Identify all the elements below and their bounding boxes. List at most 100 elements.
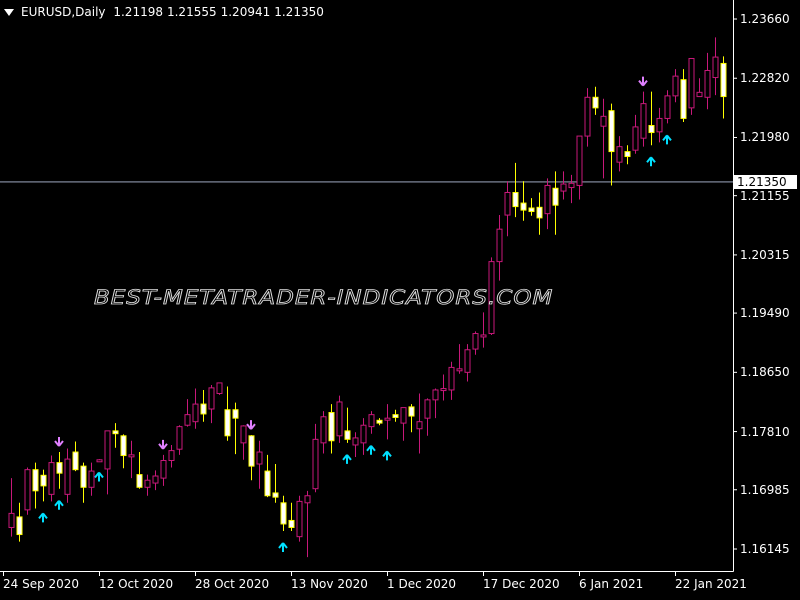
candle-body: [528, 207, 535, 213]
candle-body: [24, 469, 31, 511]
candle: [352, 432, 359, 457]
candle-body: [152, 475, 159, 484]
candle: [312, 423, 319, 493]
sell-arrow-icon: [246, 420, 256, 430]
candle: [104, 430, 111, 495]
candle: [24, 467, 31, 515]
date-label: 22 Jan 2021: [675, 577, 747, 591]
candle-body: [384, 417, 391, 421]
candle-body: [480, 334, 487, 338]
candle-body: [32, 469, 39, 492]
candle-body: [520, 202, 527, 211]
candle-body: [664, 95, 671, 119]
candle-body: [160, 459, 167, 479]
candle: [232, 402, 239, 455]
price-label: 1.16985: [740, 482, 790, 497]
watermark-text: BEST-METATRADER-INDICATORS.COM: [93, 286, 554, 310]
candle-body: [720, 62, 727, 98]
date-label: 6 Jan 2021: [579, 577, 644, 591]
candle-body: [496, 228, 503, 263]
candle: [616, 136, 623, 172]
candle: [576, 135, 583, 200]
candle: [136, 452, 143, 489]
candle: [80, 462, 87, 503]
candle: [624, 145, 631, 165]
candle: [96, 459, 103, 463]
candle-body: [624, 151, 631, 158]
candle: [400, 407, 407, 441]
candle: [56, 452, 63, 489]
candle-body: [416, 421, 423, 430]
price-label: 1.22820: [740, 71, 790, 86]
candle: [536, 192, 543, 235]
candle-body: [704, 69, 711, 98]
candle-body: [136, 474, 143, 488]
candle-body: [400, 407, 407, 424]
candle-body: [568, 182, 575, 189]
current-price-label: 1.21350: [733, 174, 797, 189]
candle: [416, 393, 423, 454]
candle: [320, 411, 327, 454]
price-label: 1.17810: [740, 424, 790, 439]
candle-body: [88, 470, 95, 488]
arrow-up-icon: [342, 454, 352, 464]
candle: [592, 86, 599, 115]
buy-arrow-icon: [662, 134, 672, 145]
date-label: 13 Nov 2020: [291, 577, 368, 591]
candle: [296, 495, 303, 542]
arrow-up-icon: [366, 445, 376, 455]
candle: [144, 474, 151, 496]
candle: [656, 107, 663, 143]
candle: [152, 470, 159, 491]
price-label: 1.19490: [740, 306, 790, 321]
candle: [600, 98, 607, 179]
candle-body: [560, 183, 567, 192]
candle-body: [392, 414, 399, 418]
candle-body: [552, 187, 559, 206]
price-label: 1.23660: [740, 12, 790, 26]
candle: [712, 37, 719, 96]
candle: [688, 57, 695, 115]
price-label: 1.20315: [740, 247, 790, 262]
ohlc-high: 1.21555: [166, 5, 217, 19]
candle: [344, 407, 351, 443]
candle: [336, 395, 343, 443]
candle: [48, 455, 55, 502]
candle: [72, 441, 79, 472]
date-label: 28 Oct 2020: [195, 577, 270, 591]
candle: [16, 502, 23, 542]
candle-body: [96, 459, 103, 463]
candle-body: [80, 465, 87, 488]
candle: [240, 425, 247, 460]
candle-body: [232, 409, 239, 419]
candle-body: [168, 450, 175, 461]
date-label: 1 Dec 2020: [387, 577, 457, 591]
candle-body: [632, 126, 639, 151]
candle-body: [456, 368, 463, 372]
candle: [552, 171, 559, 235]
candle: [720, 56, 727, 119]
arrow-up-icon: [94, 471, 104, 482]
candle-body: [696, 91, 703, 98]
triangle-down-icon[interactable]: [4, 8, 14, 16]
candle: [496, 215, 503, 281]
candle-body: [344, 430, 351, 440]
candle: [128, 440, 135, 479]
candle-body: [320, 416, 327, 444]
candle: [504, 181, 511, 237]
candle: [280, 495, 287, 532]
candle-body: [128, 454, 135, 458]
candle-body: [424, 399, 431, 419]
candle: [696, 78, 703, 98]
ohlc-close: 1.21350: [274, 5, 324, 19]
candle: [632, 114, 639, 154]
candle-body: [592, 96, 599, 109]
candle: [32, 462, 39, 509]
candle: [640, 91, 647, 147]
chart-window[interactable]: BEST-METATRADER-INDICATORS.COM EURUSD,Da…: [0, 0, 800, 600]
candle-body: [328, 412, 335, 442]
candle-body: [600, 115, 607, 127]
candle: [216, 382, 223, 395]
candle: [176, 425, 183, 455]
candle: [256, 440, 263, 489]
